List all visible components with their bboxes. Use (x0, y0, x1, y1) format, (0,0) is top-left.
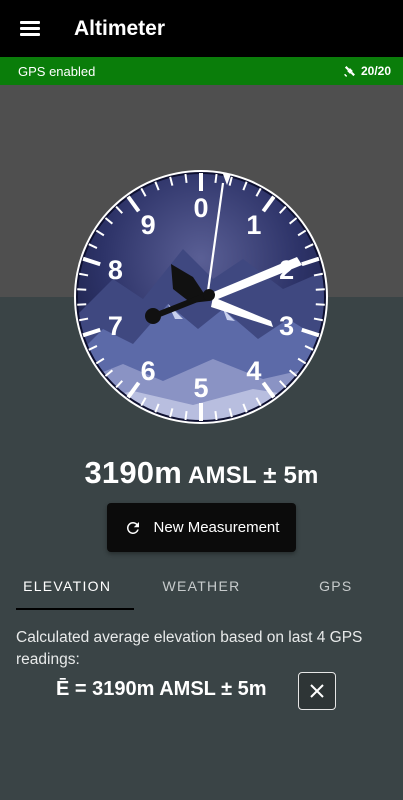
hamburger-menu-icon (20, 21, 40, 36)
counter-hand-end (145, 308, 161, 324)
minor-tick (184, 410, 188, 421)
elevation-value: 3190m (84, 455, 182, 490)
new-measurement-label: New Measurement (153, 519, 280, 536)
gauge-number-1: 1 (246, 210, 261, 240)
satellite-count: 20/20 (343, 64, 391, 78)
minor-tick (77, 288, 87, 291)
tab-bar: ELEVATION WEATHER GPS (0, 566, 403, 610)
gauge-number-6: 6 (141, 356, 156, 386)
gauge-number-0: 0 (193, 193, 208, 223)
gauge-number-5: 5 (193, 373, 208, 403)
gauge-pivot (203, 289, 215, 301)
gauge-number-9: 9 (141, 210, 156, 240)
app-bar: Altimeter (0, 0, 403, 57)
gps-status-bar: GPS enabled 20/20 (0, 57, 403, 85)
new-measurement-button[interactable]: New Measurement (107, 503, 296, 552)
satellite-icon (344, 66, 355, 77)
gauge-number-7: 7 (108, 311, 123, 341)
elevation-description: Calculated average elevation based on la… (16, 629, 363, 668)
minor-tick (315, 288, 325, 291)
tab-elevation[interactable]: ELEVATION (0, 566, 135, 610)
tab-gps[interactable]: GPS (269, 566, 403, 610)
elevation-suffix: AMSL ± 5m (182, 462, 319, 489)
clear-average-button[interactable] (298, 672, 336, 710)
gps-status-text: GPS enabled (18, 63, 96, 79)
minor-tick (77, 303, 87, 306)
gauge-number-8: 8 (108, 255, 123, 285)
close-icon (310, 684, 324, 698)
refresh-icon (126, 521, 139, 534)
menu-button[interactable] (2, 0, 58, 57)
tab-weather[interactable]: WEATHER (134, 566, 268, 610)
minor-tick (214, 410, 218, 421)
gauge-number-4: 4 (246, 356, 261, 386)
minor-tick (184, 173, 188, 184)
minor-tick (214, 173, 218, 184)
satellite-count-value: 20/20 (360, 64, 391, 78)
gauge-number-3: 3 (279, 311, 294, 341)
altimeter-gauge: 0123456789 (74, 170, 328, 424)
elevation-readout: 3190m AMSL ± 5m (0, 455, 403, 491)
app-title: Altimeter (74, 16, 166, 40)
average-elevation: Ē = 3190m AMSL ± 5m (56, 678, 267, 700)
minor-tick (315, 303, 325, 306)
